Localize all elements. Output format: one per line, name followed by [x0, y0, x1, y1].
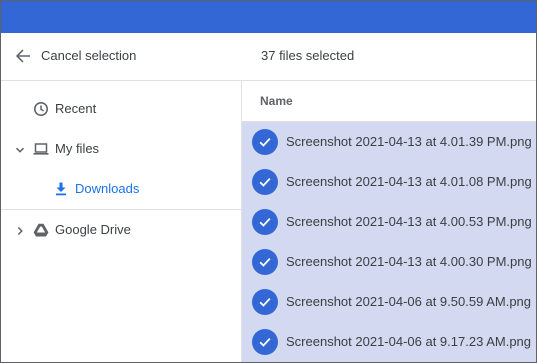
laptop-icon	[33, 141, 49, 157]
table-row[interactable]: Screenshot 2021-04-06 at 9.17.23 AM.png	[242, 322, 536, 362]
file-manager-window: Cancel selection 37 files selected Recen…	[0, 0, 537, 363]
sidebar-item-label: My files	[55, 141, 100, 156]
sidebar-item-downloads[interactable]: Downloads	[1, 169, 241, 209]
drive-icon	[33, 222, 49, 238]
clock-icon	[33, 101, 49, 117]
chevron-right-icon[interactable]	[14, 224, 26, 236]
check-icon[interactable]	[252, 209, 278, 235]
check-icon[interactable]	[252, 289, 278, 315]
file-name: Screenshot 2021-04-13 at 4.00.53 PM.png	[286, 214, 532, 229]
sidebar-item-label: Recent	[55, 101, 97, 116]
selection-header: Cancel selection 37 files selected	[1, 33, 536, 81]
sidebar-item-my-files[interactable]: My files	[1, 129, 241, 169]
table-row[interactable]: Screenshot 2021-04-13 at 4.00.53 PM.png	[242, 202, 536, 242]
file-name: Screenshot 2021-04-13 at 4.00.30 PM.png	[286, 254, 532, 269]
file-name: Screenshot 2021-04-13 at 4.01.39 PM.png	[286, 134, 532, 149]
check-icon[interactable]	[252, 129, 278, 155]
sidebar-item-label: Google Drive	[55, 222, 131, 237]
table-row[interactable]: Screenshot 2021-04-06 at 9.50.59 AM.png	[242, 282, 536, 322]
table-row[interactable]: Screenshot 2021-04-13 at 4.01.08 PM.png	[242, 162, 536, 202]
cancel-selection-button[interactable]: Cancel selection	[41, 48, 136, 64]
check-icon[interactable]	[252, 169, 278, 195]
sidebar-item-label: Downloads	[75, 181, 140, 196]
column-header: Name	[242, 81, 536, 122]
file-name: Screenshot 2021-04-06 at 9.50.59 AM.png	[286, 294, 532, 309]
check-icon[interactable]	[252, 249, 278, 275]
sidebar-item-recent[interactable]: Recent	[1, 89, 241, 129]
chevron-down-icon[interactable]	[14, 143, 26, 155]
table-row[interactable]: Screenshot 2021-04-13 at 4.01.39 PM.png	[242, 122, 536, 162]
file-name: Screenshot 2021-04-13 at 4.01.08 PM.png	[286, 174, 532, 189]
check-icon[interactable]	[252, 329, 278, 355]
download-icon	[53, 181, 69, 197]
selection-count-label: 37 files selected	[261, 48, 355, 63]
file-list: Name Screenshot 2021-04-13 at 4.01.39 PM…	[242, 81, 536, 362]
sidebar-item-google-drive[interactable]: Google Drive	[1, 210, 241, 250]
name-column-header[interactable]: Name	[260, 94, 293, 108]
navigation-sidebar: Recent My files Downloads Google Drive	[1, 81, 242, 362]
title-bar	[1, 1, 536, 33]
table-row[interactable]: Screenshot 2021-04-13 at 4.00.30 PM.png	[242, 242, 536, 282]
arrow-back-icon[interactable]	[15, 48, 31, 64]
file-name: Screenshot 2021-04-06 at 9.17.23 AM.png	[286, 334, 532, 349]
